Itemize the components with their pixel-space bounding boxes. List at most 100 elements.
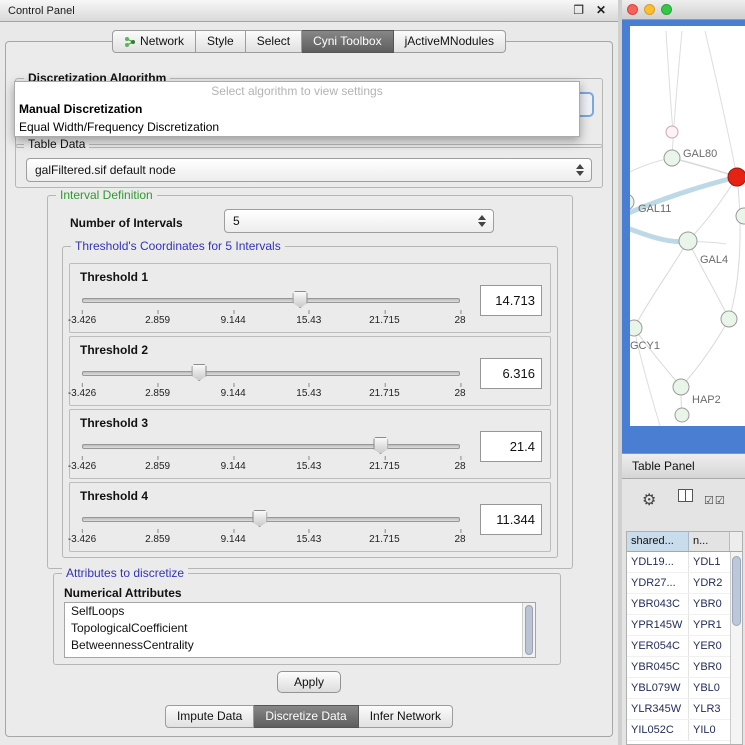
column-header-shared-name[interactable]: shared... [627,532,689,551]
network-node[interactable] [675,408,689,422]
network-edge[interactable] [729,177,740,319]
zoom-traffic-light-icon[interactable] [661,4,672,15]
threshold-3-value[interactable]: 21.4 [480,431,542,462]
slider-thumb[interactable] [293,291,308,308]
node-label: GAL11 [638,203,671,215]
network-node[interactable] [630,194,634,210]
slider-track[interactable] [82,371,460,376]
network-edge[interactable] [681,319,729,387]
table-cell: YBR0 [689,657,730,677]
slider-track[interactable] [82,517,460,522]
threshold-2-value[interactable]: 6.316 [480,358,542,389]
threshold-1-label: Threshold 1 [80,270,148,284]
table-data-group-title: Table Data [24,137,89,151]
threshold-4-slider[interactable] [82,510,460,528]
slider-thumb[interactable] [373,437,388,454]
table-row[interactable]: YBL079WYBL0 [627,678,730,699]
close-icon[interactable]: ✕ [596,3,606,17]
network-node[interactable] [736,208,745,224]
column-header-name[interactable]: n... [689,532,730,551]
tab-network-label: Network [140,31,184,52]
table-row[interactable]: YDR27...YDR2 [627,573,730,594]
dropdown-placeholder-option[interactable]: Select algorithm to view settings [15,82,579,100]
top-tab-bar: Network Style Select Cyni Toolbox jActiv… [0,30,618,53]
tab-style[interactable]: Style [196,30,246,53]
network-node[interactable] [679,232,697,250]
tab-impute-data[interactable]: Impute Data [165,705,254,728]
scrollbar-thumb[interactable] [525,605,533,655]
dropdown-option-manual-discretization[interactable]: Manual Discretization [15,100,579,118]
table-cell: YPR145W [627,615,689,635]
numerical-attributes-list[interactable]: SelfLoopsTopologicalCoefficientBetweenne… [64,602,536,658]
network-node[interactable] [728,168,745,186]
table-row[interactable]: YBR045CYBR0 [627,657,730,678]
select-columns-checkboxes-icon[interactable]: ☑☑ [704,489,726,513]
dropdown-option-equal-width-frequency[interactable]: Equal Width/Frequency Discretization [15,118,579,136]
table-row[interactable]: YER054CYER0 [627,636,730,657]
network-edge[interactable] [634,241,688,328]
close-traffic-light-icon[interactable] [627,4,638,15]
scrollbar-thumb[interactable] [732,556,741,626]
table-cell: YBR043C [627,594,689,614]
network-window-titlebar [622,0,745,20]
table-cell: YER0 [689,636,730,656]
threshold-3-label: Threshold 3 [80,416,148,430]
tab-infer-network-label: Infer Network [370,706,441,727]
slider-track[interactable] [82,444,460,449]
table-cell: YDL1 [689,552,730,572]
slider-thumb[interactable] [252,510,267,527]
table-row[interactable]: YPR145WYPR1 [627,615,730,636]
network-node[interactable] [630,320,642,336]
network-canvas[interactable]: GAL80GAL11GAL4GCY1HAP2 [630,26,745,426]
network-node[interactable] [721,311,737,327]
tab-infer-network[interactable]: Infer Network [359,705,453,728]
table-row[interactable]: YDL19...YDL1 [627,552,730,573]
attributes-to-discretize-group: Attributes to discretize Numerical Attri… [53,573,561,665]
attributes-list-scrollbar[interactable] [522,603,535,657]
table-cell: YLR345W [627,699,689,719]
network-node[interactable] [666,126,678,138]
float-window-icon[interactable]: ❐ [573,3,584,17]
table-row[interactable]: YIL052CYIL0 [627,720,730,741]
apply-button[interactable]: Apply [277,671,341,693]
network-edge[interactable] [672,31,682,158]
table-cell: YIL052C [627,720,689,740]
tab-discretize-data[interactable]: Discretize Data [254,705,358,728]
network-node[interactable] [673,379,689,395]
minimize-traffic-light-icon[interactable] [644,4,655,15]
tab-network[interactable]: Network [112,30,196,53]
gear-icon[interactable]: ⚙ [642,489,656,513]
table-cell: YPR1 [689,615,730,635]
threshold-1-slider[interactable] [82,291,460,309]
table-row[interactable]: YBR043CYBR0 [627,594,730,615]
table-row[interactable]: YLR345WYLR3 [627,699,730,720]
table-header-row: shared... n... [627,532,742,552]
network-edge[interactable] [688,241,729,319]
threshold-1-box: Threshold 1 -3.4262.8599.14415.4321.7152… [69,263,551,333]
tick-label: 21.715 [369,388,400,399]
slider-track[interactable] [82,298,460,303]
list-item[interactable]: BetweennessCentrality [65,637,535,654]
network-edge[interactable] [666,31,673,132]
number-of-intervals-spinner[interactable]: 5 [224,209,494,233]
tab-jactivemnodules[interactable]: jActiveMNodules [394,30,506,53]
slider-thumb[interactable] [192,364,207,381]
threshold-2-slider[interactable] [82,364,460,382]
slider-ticks: -3.4262.8599.14415.4321.71528 [82,459,460,472]
table-panel-toolbar: ⚙ ☑☑ [622,489,745,515]
network-edge[interactable] [672,158,737,177]
tab-select[interactable]: Select [246,30,302,53]
table-vertical-scrollbar[interactable] [730,552,742,744]
columns-icon[interactable] [678,489,693,502]
threshold-3-slider[interactable] [82,437,460,455]
tab-cyni-toolbox[interactable]: Cyni Toolbox [302,30,393,53]
threshold-4-box: Threshold 4 -3.4262.8599.14415.4321.7152… [69,482,551,552]
threshold-4-value[interactable]: 11.344 [480,504,542,535]
list-item[interactable]: TopologicalCoefficient [65,620,535,637]
attributes-items: SelfLoopsTopologicalCoefficientBetweenne… [65,603,535,654]
attributes-group-title: Attributes to discretize [62,566,188,580]
network-node[interactable] [664,150,680,166]
table-data-combobox[interactable]: galFiltered.sif default node [26,158,592,182]
list-item[interactable]: SelfLoops [65,603,535,620]
threshold-1-value[interactable]: 14.713 [480,285,542,316]
